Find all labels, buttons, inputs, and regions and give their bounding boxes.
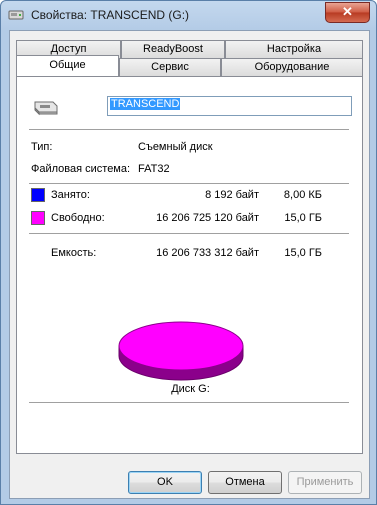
free-label: Свободно: [51, 212, 105, 224]
separator [29, 129, 349, 130]
removable-drive-icon [34, 101, 58, 116]
apply-button[interactable]: Применить [288, 471, 362, 494]
used-label: Занято: [51, 189, 90, 201]
free-bytes: 16 206 725 120 байт [156, 212, 259, 224]
disk-label: Диск G: [171, 383, 210, 395]
tab-tools[interactable]: Сервис [119, 58, 221, 76]
type-label: Тип: [31, 141, 53, 153]
properties-window: Свойства: TRANSCEND (G:) ✕ Доступ ReadyB… [0, 0, 377, 505]
tab-settings[interactable]: Настройка [225, 40, 363, 58]
ok-button[interactable]: OK [128, 471, 202, 494]
separator [29, 233, 349, 234]
separator [29, 183, 349, 184]
close-button[interactable]: ✕ [325, 2, 370, 23]
separator [29, 402, 349, 403]
free-space-swatch [31, 211, 45, 225]
capacity-size: 15,0 ГБ [284, 247, 322, 259]
capacity-bytes: 16 206 733 312 байт [156, 247, 259, 259]
filesystem-label: Файловая система: [31, 163, 131, 175]
tab-readyboost[interactable]: ReadyBoost [121, 40, 225, 58]
window-title: Свойства: TRANSCEND (G:) [31, 8, 190, 22]
drive-name-value: TRANSCEND [110, 98, 181, 110]
filesystem-value: FAT32 [138, 163, 170, 175]
type-value: Съемный диск [138, 141, 213, 153]
tab-hardware[interactable]: Оборудование [221, 58, 363, 76]
used-size: 8,00 КБ [283, 189, 322, 201]
disk-usage-pie-chart [118, 321, 244, 381]
tab-row-front: Общие Сервис Оборудование [16, 55, 363, 77]
usb-drive-icon [8, 10, 24, 20]
used-space-swatch [31, 188, 45, 202]
general-tab-panel: TRANSCEND Тип: Съемный диск Файловая сис… [16, 76, 363, 454]
capacity-label: Емкость: [51, 247, 97, 259]
title-bar: Свойства: TRANSCEND (G:) ✕ [1, 1, 376, 29]
tab-general[interactable]: Общие [16, 55, 119, 76]
free-size: 15,0 ГБ [284, 212, 322, 224]
pie-free-slice [118, 321, 244, 371]
dialog-client-area: Доступ ReadyBoost Настройка Общие Сервис… [9, 30, 370, 499]
close-icon: ✕ [342, 4, 353, 19]
drive-name-input[interactable]: TRANSCEND [107, 96, 352, 116]
used-bytes: 8 192 байт [205, 189, 259, 201]
cancel-button[interactable]: Отмена [208, 471, 282, 494]
